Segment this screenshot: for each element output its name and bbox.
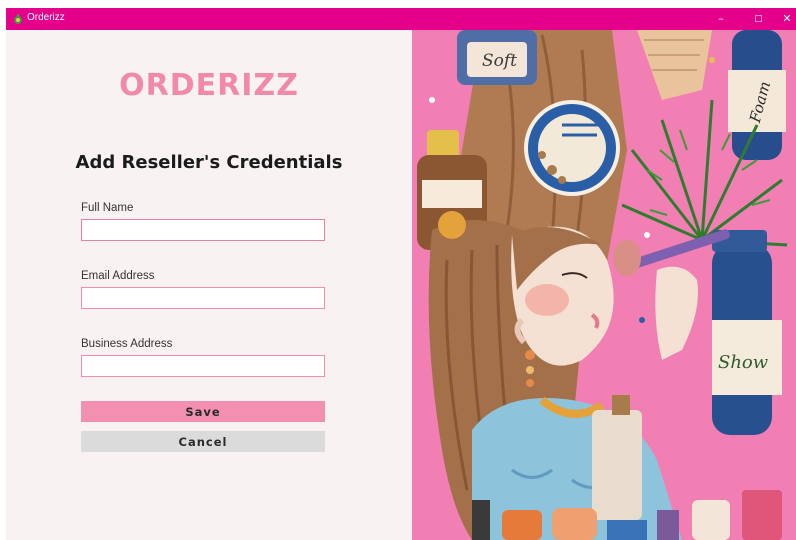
maximize-icon	[754, 15, 762, 22]
minimize-button[interactable]: –	[706, 8, 736, 30]
beauty-illustration: Soft Foam Show	[412, 30, 796, 540]
show-bottle: Show	[712, 230, 782, 435]
maximize-button[interactable]	[743, 8, 773, 30]
business-address-label: Business Address	[81, 338, 173, 350]
cancel-button[interactable]: Cancel	[81, 431, 325, 452]
foam-bottle: Foam	[728, 30, 786, 160]
full-name-input[interactable]	[81, 219, 325, 241]
window-title: Orderizz	[27, 12, 65, 23]
jar-label: Soft	[482, 51, 517, 71]
business-address-input[interactable]	[81, 355, 325, 377]
title-bar[interactable]: Orderizz – ✕	[6, 8, 796, 30]
page-title: Add Reseller's Credentials	[75, 152, 343, 173]
email-address-label: Email Address	[81, 270, 155, 282]
email-address-input[interactable]	[81, 287, 325, 309]
close-button[interactable]: ✕	[772, 8, 796, 30]
full-name-label: Full Name	[81, 202, 134, 214]
soft-jar: Soft	[457, 30, 537, 85]
credentials-form-pane: ORDERIZZ Add Reseller's Credentials Full…	[6, 30, 412, 540]
app-window: Orderizz – ✕ ORDERIZZ Add Reseller's Cre…	[0, 0, 796, 540]
app-logo-icon	[14, 14, 22, 24]
save-button[interactable]: Save	[81, 401, 325, 422]
brand-logo: ORDERIZZ	[119, 68, 299, 103]
show-label: Show	[718, 352, 769, 373]
